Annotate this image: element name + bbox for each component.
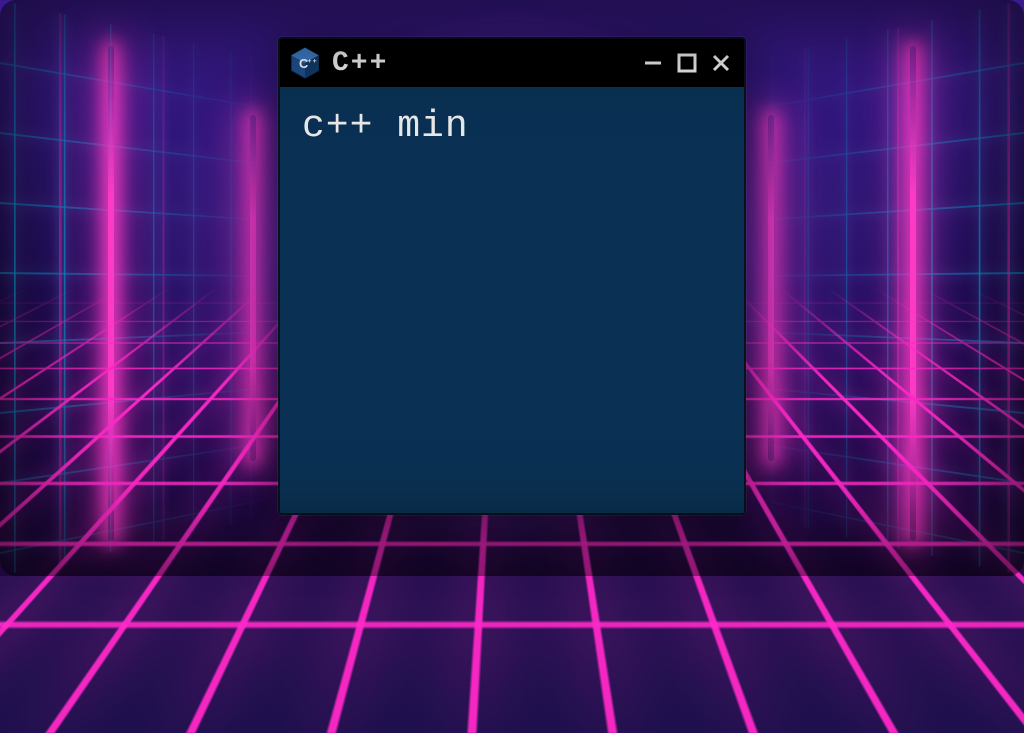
close-button[interactable] (708, 50, 734, 76)
window-title: C++ (332, 48, 630, 79)
svg-text:+: + (313, 58, 317, 65)
minimize-button[interactable] (640, 50, 666, 76)
window-titlebar[interactable]: C + + C++ (280, 39, 744, 87)
maximize-button[interactable] (674, 50, 700, 76)
window-controls (640, 50, 734, 76)
cpp-hex-icon: C + + (288, 46, 322, 80)
terminal-body[interactable]: c++ min (280, 87, 744, 513)
terminal-window: C + + C++ (278, 37, 746, 515)
svg-text:+: + (308, 58, 312, 65)
terminal-line: c++ min (302, 105, 722, 148)
